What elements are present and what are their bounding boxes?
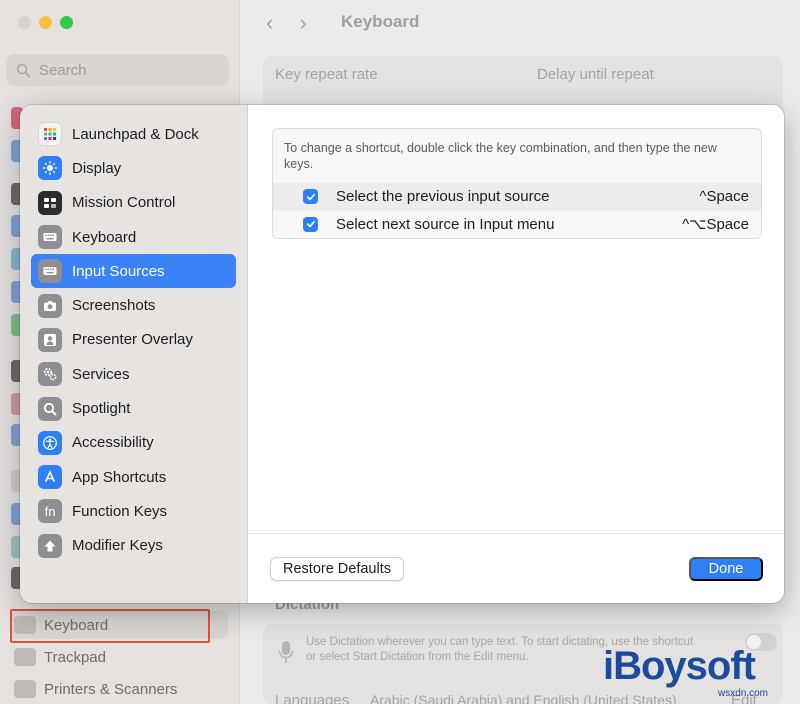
- fn-icon: fn: [38, 499, 62, 524]
- background-sidebar-item-printers[interactable]: Printers & Scanners: [10, 675, 228, 703]
- shortcuts-main-panel: To change a shortcut, double click the k…: [248, 105, 784, 603]
- app-store-icon: [38, 465, 62, 490]
- search-placeholder: Search: [39, 61, 87, 79]
- close-window-button[interactable]: [18, 16, 31, 29]
- key-repeat-label: Key repeat rate: [275, 66, 378, 83]
- footer-divider: [248, 533, 784, 534]
- table-row[interactable]: Select the previous input source ^Space: [273, 183, 761, 211]
- languages-label: Languages: [275, 692, 350, 704]
- shortcut-description: To change a shortcut, double click the k…: [284, 141, 717, 171]
- navigation-arrows: ‹ ›: [266, 10, 307, 36]
- sidebar-item-spotlight[interactable]: Spotlight: [31, 391, 236, 425]
- sidebar-item-function-keys[interactable]: fn Function Keys: [31, 494, 236, 528]
- window-controls: [18, 16, 73, 29]
- done-button[interactable]: Done: [689, 557, 763, 581]
- checkmark-icon: [306, 221, 315, 228]
- shortcut-key[interactable]: ^⌥Space: [682, 215, 761, 233]
- dictation-description-line2: or select Start Dictation from the Edit …: [306, 651, 529, 663]
- sidebar-item-presenter-overlay[interactable]: Presenter Overlay: [31, 323, 236, 357]
- gear-icon: [38, 362, 62, 387]
- sidebar-item-keyboard[interactable]: Keyboard: [31, 220, 236, 254]
- sidebar-item-accessibility[interactable]: Accessibility: [31, 426, 236, 460]
- printer-icon: [14, 680, 36, 698]
- sidebar-item-services[interactable]: Services: [31, 357, 236, 391]
- sidebar-item-input-sources[interactable]: Input Sources: [31, 254, 236, 289]
- sidebar-item-mission-control[interactable]: Mission Control: [31, 186, 236, 220]
- delay-until-repeat-label: Delay until repeat: [537, 66, 654, 83]
- table-row[interactable]: Select next source in Input menu ^⌥Space: [273, 210, 761, 238]
- trackpad-icon: [14, 648, 36, 666]
- shortcuts-sidebar: Launchpad & Dock Display Mission Control…: [20, 105, 248, 603]
- shortcut-name: Select the previous input source: [336, 188, 550, 206]
- sidebar-item-launchpad-dock[interactable]: Launchpad & Dock: [31, 117, 236, 151]
- minimize-window-button[interactable]: [39, 16, 52, 29]
- keyboard-icon: [38, 259, 62, 284]
- launchpad-icon: [38, 122, 62, 147]
- shortcut-checkbox[interactable]: [303, 189, 318, 205]
- sidebar-item-label: Keyboard: [72, 228, 137, 246]
- forward-arrow-icon[interactable]: ›: [299, 10, 306, 36]
- magnifier-icon: [38, 396, 62, 421]
- shortcuts-sheet: Launchpad & Dock Display Mission Control…: [20, 105, 784, 603]
- sidebar-item-label: Screenshots: [72, 297, 156, 315]
- camera-icon: [38, 293, 62, 318]
- sidebar-item-label: Mission Control: [72, 194, 176, 212]
- shortcut-key[interactable]: ^Space: [699, 188, 761, 205]
- shortcut-checkbox[interactable]: [303, 216, 318, 232]
- sidebar-item-label: Presenter Overlay: [72, 331, 193, 349]
- sun-icon: [38, 156, 62, 181]
- sidebar-item-label: App Shortcuts: [72, 468, 167, 486]
- window-title: Keyboard: [341, 12, 420, 31]
- sidebar-item-label: Input Sources: [72, 262, 165, 280]
- watermark-url: wsxdn.com: [718, 688, 769, 699]
- search-icon: [16, 63, 31, 77]
- sidebar-item-label: Modifier Keys: [72, 537, 163, 555]
- zoom-window-button[interactable]: [60, 16, 73, 29]
- sidebar-item-display[interactable]: Display: [31, 151, 236, 185]
- background-sidebar-item-trackpad[interactable]: Trackpad: [10, 643, 228, 671]
- mission-control-icon: [38, 190, 62, 215]
- sidebar-item-app-shortcuts[interactable]: App Shortcuts: [31, 460, 236, 494]
- watermark-logo: iBoysoft: [603, 644, 756, 688]
- highlight-box: [10, 609, 210, 643]
- arrow-up-icon: [38, 533, 62, 558]
- shortcut-name: Select next source in Input menu: [336, 215, 555, 233]
- sidebar-item-label: Accessibility: [72, 434, 154, 452]
- background-search-field[interactable]: Search: [6, 54, 229, 86]
- sidebar-item-label: Display: [72, 159, 122, 177]
- sidebar-item-label: Spotlight: [72, 400, 131, 418]
- sidebar-item-label: Services: [72, 365, 130, 383]
- shortcut-list: To change a shortcut, double click the k…: [272, 128, 762, 239]
- accessibility-icon: [38, 430, 62, 455]
- restore-defaults-button[interactable]: Restore Defaults: [270, 557, 404, 581]
- background-sidebar-label: Printers & Scanners: [44, 680, 178, 698]
- sidebar-item-label: Function Keys: [72, 502, 168, 520]
- sidebar-item-modifier-keys[interactable]: Modifier Keys: [31, 529, 236, 563]
- checkmark-icon: [306, 193, 315, 200]
- person-icon: [38, 327, 62, 352]
- background-sidebar-label: Trackpad: [44, 648, 106, 666]
- languages-value: Arabic (Saudi Arabia) and English (Unite…: [370, 692, 677, 704]
- sidebar-item-label: Launchpad & Dock: [72, 125, 199, 143]
- sidebar-item-screenshots[interactable]: Screenshots: [31, 288, 236, 322]
- keyboard-icon: [38, 225, 62, 250]
- microphone-icon: [278, 641, 294, 663]
- back-arrow-icon[interactable]: ‹: [266, 10, 273, 36]
